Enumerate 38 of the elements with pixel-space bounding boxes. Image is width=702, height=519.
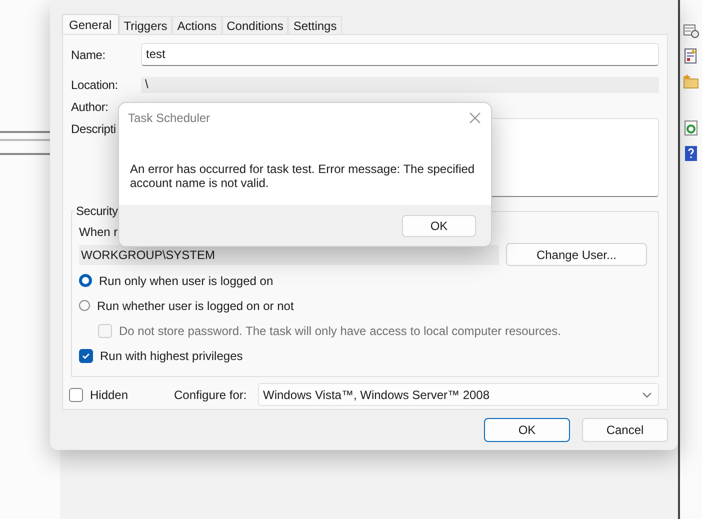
ok-button[interactable]: OK bbox=[402, 214, 476, 236]
group-title: Security bbox=[74, 204, 120, 218]
help-icon[interactable] bbox=[683, 145, 699, 161]
tab[interactable]: Settings bbox=[288, 16, 342, 34]
calendar-clock-icon[interactable] bbox=[683, 23, 699, 39]
change-user-button[interactable]: Change User... bbox=[506, 243, 647, 266]
dialog-title: Task Scheduler bbox=[128, 111, 210, 125]
checkbox[interactable] bbox=[69, 388, 83, 402]
field-label: Author: bbox=[71, 99, 108, 116]
configure-for-label: Configure for: bbox=[174, 388, 248, 402]
error-message: An error has occurred for task test. Error message: The specified account name is not valid. bbox=[130, 162, 476, 190]
tab[interactable]: Triggers bbox=[118, 16, 172, 34]
chevron-down-icon bbox=[642, 392, 652, 398]
field-label: Name: bbox=[71, 46, 106, 64]
check-icon bbox=[81, 350, 91, 360]
option-label: Do not store password. The task will only have access to local computer resources. bbox=[119, 324, 561, 338]
option-label: Hidden bbox=[90, 388, 128, 402]
close-icon[interactable] bbox=[469, 112, 481, 124]
cancel-button[interactable]: Cancel bbox=[582, 418, 668, 442]
refresh-document-icon[interactable] bbox=[683, 120, 699, 136]
name-field[interactable]: test bbox=[141, 43, 659, 66]
option-label: Run whether user is logged on or not bbox=[97, 298, 294, 312]
folder-star-icon[interactable] bbox=[683, 73, 699, 89]
list-document-icon[interactable] bbox=[683, 48, 699, 64]
user-account-prompt: When r bbox=[79, 224, 118, 240]
tab[interactable]: General bbox=[62, 14, 119, 34]
tab[interactable]: Conditions bbox=[222, 16, 288, 34]
tab[interactable]: Actions bbox=[172, 16, 222, 34]
option-label: Run only when user is logged on bbox=[99, 274, 274, 288]
checkbox[interactable] bbox=[79, 348, 93, 362]
option-label: Run with highest privileges bbox=[100, 348, 243, 362]
location-field: \ bbox=[141, 77, 659, 93]
configure-for-dropdown[interactable]: Windows Vista™, Windows Server™ 2008 bbox=[258, 383, 659, 406]
radio-button[interactable] bbox=[79, 300, 90, 311]
field-label: Descripti bbox=[71, 121, 116, 138]
field-label: Location: bbox=[71, 77, 118, 94]
ok-button[interactable]: OK bbox=[484, 418, 570, 442]
radio-button[interactable] bbox=[79, 274, 92, 287]
